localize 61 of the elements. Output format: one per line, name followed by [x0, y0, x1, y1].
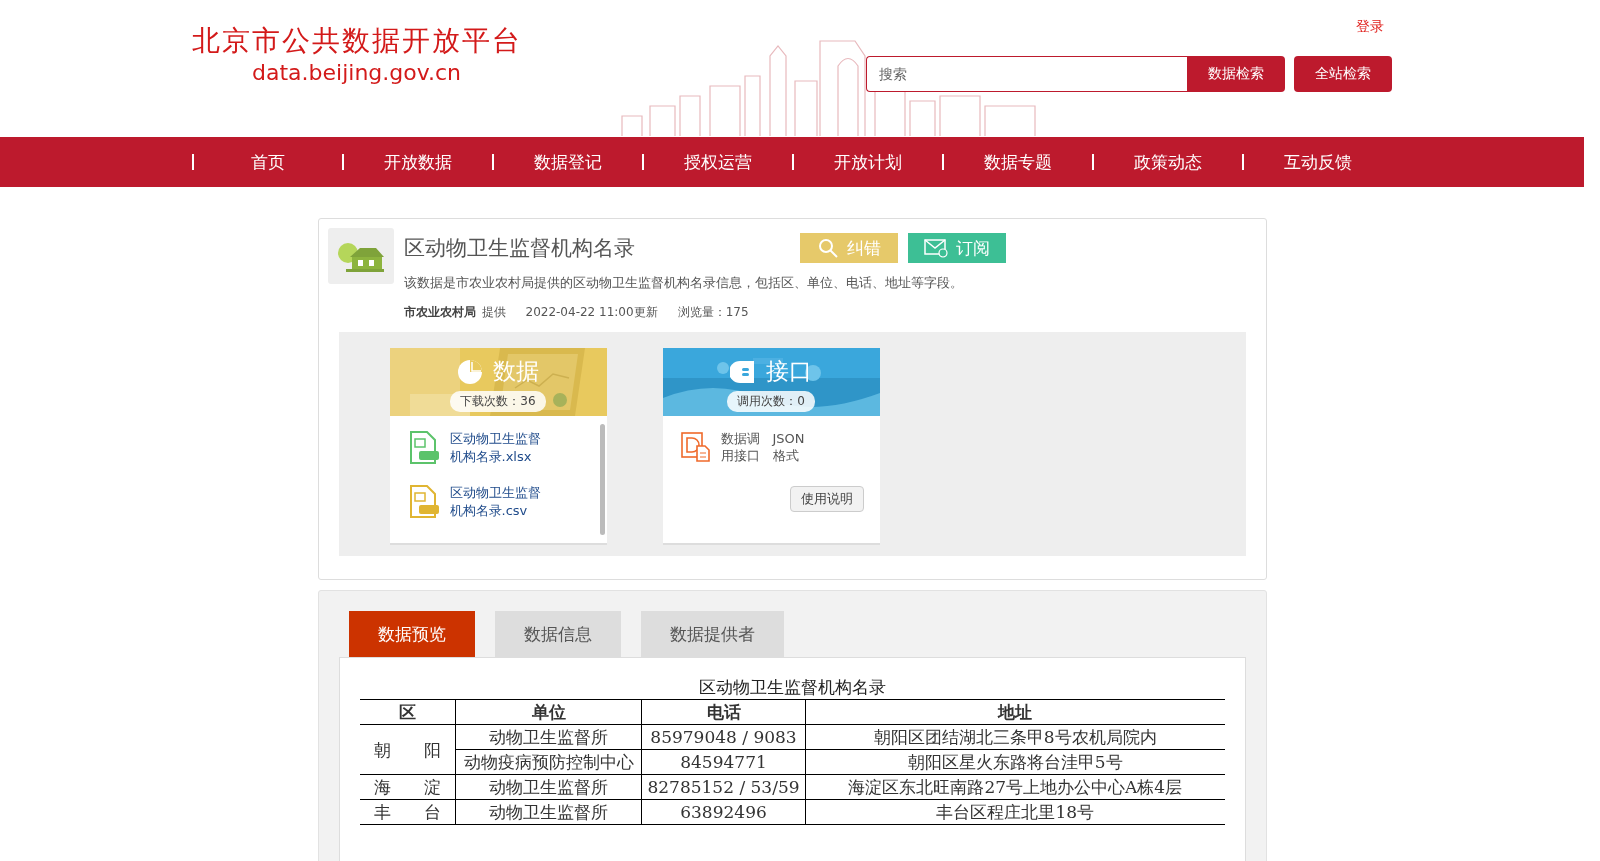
column-header: 地址 — [805, 699, 1225, 725]
provider-label: 提供 — [481, 304, 506, 321]
usage-guide-button[interactable]: 使用说明 — [789, 486, 864, 512]
site-url: data.beijing.gov.cn — [252, 59, 462, 87]
pie-chart-icon — [457, 358, 483, 385]
dataset-title: 区动物卫生监督机构名录 — [403, 235, 636, 262]
table-cell: 丰台区程庄北里18号 — [805, 799, 1225, 825]
table-cell: 朝阳区团结湖北三条甲8号农机局院内 — [805, 724, 1225, 750]
table-cell: 63892496 — [641, 799, 806, 825]
table-cell: 82785152 / 53/59 — [641, 774, 806, 800]
spreadsheet-file-icon — [407, 431, 440, 465]
document-icon — [680, 432, 711, 462]
data-card-title: 数据 — [493, 357, 539, 386]
nav-item[interactable]: 互动反馈 — [1244, 150, 1392, 174]
api-type: 数据调用接口 — [720, 430, 761, 464]
tab[interactable]: 数据提供者 — [640, 611, 784, 657]
table-cell-text: 海 — [373, 776, 391, 799]
table-cell-text: 丰 — [373, 801, 391, 824]
download-count: 下载次数：36 — [450, 391, 546, 412]
call-count: 调用次数：0 — [727, 391, 815, 412]
tab[interactable]: 数据信息 — [494, 611, 621, 657]
table-cell: 动物卫生监督所 — [455, 799, 642, 825]
view-count: 浏览量：175 — [677, 304, 749, 321]
update-time: 2022-04-22 11:00更新 — [525, 304, 658, 321]
nav-item[interactable]: 首页 — [194, 150, 342, 174]
site-title: 北京市公共数据开放平台 — [192, 24, 522, 58]
table-cell: 朝阳区星火东路将台洼甲5号 — [805, 749, 1225, 775]
column-header: 电话 — [641, 699, 806, 725]
file-link[interactable]: 区动物卫生监督机构名录.csv — [449, 484, 550, 520]
table-cell-text: 淀 — [424, 776, 441, 799]
nav-item[interactable]: 开放计划 — [794, 150, 942, 174]
envelope-icon — [923, 238, 948, 258]
data-search-button[interactable]: 数据检索 — [1187, 56, 1285, 92]
table-cell-text: 阳 — [424, 738, 441, 762]
table-cell: 85979048 / 9083 — [641, 724, 806, 750]
table-cell: 动物卫生监督所 — [455, 774, 642, 800]
dataset-description: 该数据是市农业农村局提供的区动物卫生监督机构名录信息，包括区、单位、电话、地址等字段。 — [403, 274, 964, 292]
table-cell: 动物疫病预防控制中心 — [455, 749, 642, 775]
table-cell: 海淀区东北旺南路27号上地办公中心A栋4层 — [805, 774, 1225, 800]
nav-item[interactable]: 数据专题 — [944, 150, 1092, 174]
table-cell: 84594771 — [641, 749, 806, 775]
api-format: JSON格式 — [772, 430, 806, 464]
site-search-button[interactable]: 全站检索 — [1294, 56, 1392, 92]
search-icon — [816, 237, 839, 259]
column-header: 区 — [359, 699, 456, 725]
file-link[interactable]: 区动物卫生监督机构名录.xlsx — [449, 430, 550, 466]
login-link[interactable]: 登录 — [1356, 18, 1384, 36]
column-header: 单位 — [455, 699, 642, 725]
tab[interactable]: 数据预览 — [348, 611, 475, 657]
nav-item[interactable]: 授权运营 — [644, 150, 792, 174]
table-cell: 动物卫生监督所 — [455, 724, 642, 750]
table-cell-text: 朝 — [373, 738, 391, 762]
search-field[interactable]: 搜索 — [866, 56, 1187, 92]
nav-item[interactable]: 数据登记 — [494, 150, 642, 174]
table-cell-text: 台 — [424, 801, 441, 824]
spreadsheet-file-icon — [407, 485, 440, 519]
provider-name: 市农业农村局 — [403, 304, 476, 321]
nav-item[interactable]: 政策动态 — [1094, 150, 1242, 174]
api-card-title: 接口 — [766, 357, 812, 386]
table-caption: 区动物卫生监督机构名录 — [697, 676, 887, 699]
nav-item[interactable]: 开放数据 — [344, 150, 492, 174]
